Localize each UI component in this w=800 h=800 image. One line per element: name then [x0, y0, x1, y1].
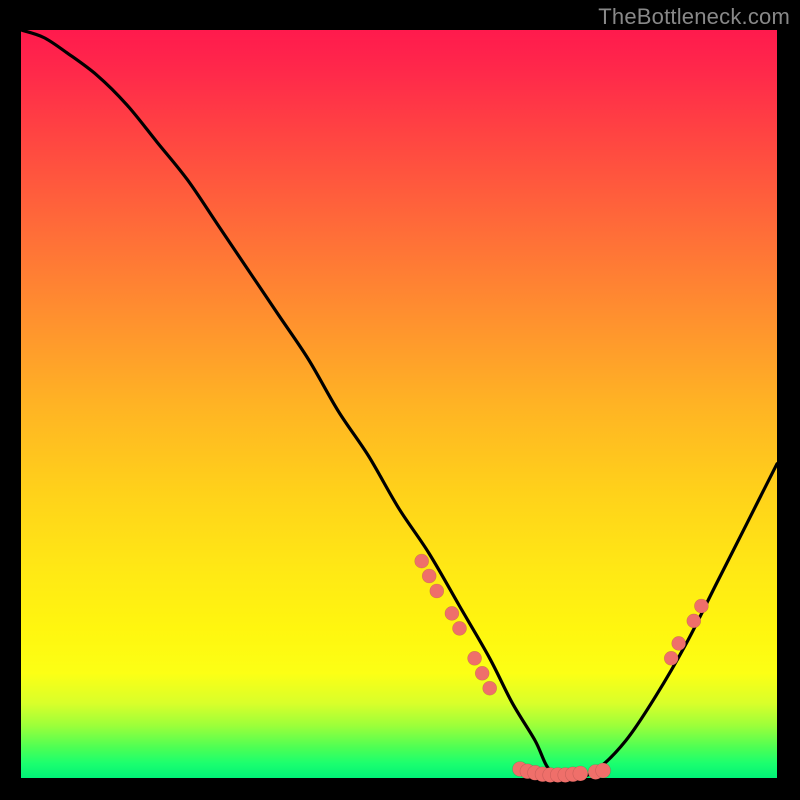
highlight-dot	[453, 621, 467, 635]
highlight-dot	[483, 681, 497, 695]
highlight-dot	[445, 606, 459, 620]
highlight-dot	[468, 651, 482, 665]
curve-layer	[21, 30, 777, 778]
highlight-dot	[415, 554, 429, 568]
attribution-label: TheBottleneck.com	[598, 4, 790, 30]
highlight-dot	[422, 569, 436, 583]
highlight-dot	[475, 666, 489, 680]
chart-stage: TheBottleneck.com	[0, 0, 800, 800]
highlight-dot	[596, 763, 611, 778]
bottleneck-curve	[21, 30, 777, 778]
highlight-dot	[694, 599, 708, 613]
highlight-dot	[687, 614, 701, 628]
highlight-dots	[415, 554, 709, 782]
highlight-dot	[664, 651, 678, 665]
highlight-dot	[672, 636, 686, 650]
plot-frame	[21, 30, 777, 778]
highlight-dot	[573, 766, 588, 781]
highlight-dot	[430, 584, 444, 598]
